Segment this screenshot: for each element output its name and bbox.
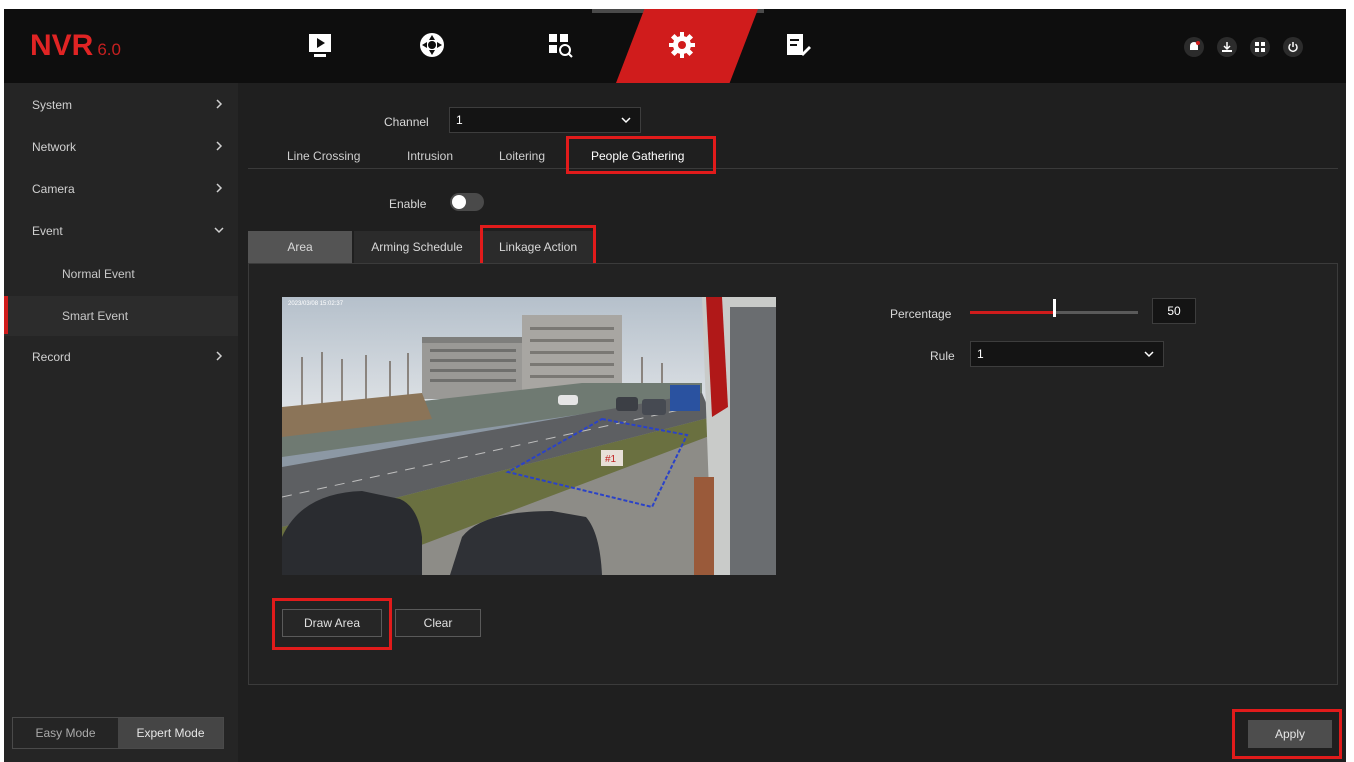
percentage-slider-thumb[interactable]: [1053, 299, 1056, 317]
clear-button[interactable]: Clear: [395, 609, 481, 637]
sidebar-item-label: Record: [32, 350, 71, 364]
tab-line-crossing[interactable]: Line Crossing: [287, 149, 360, 163]
power-icon[interactable]: [1283, 37, 1303, 57]
sidebar-item-label: Camera: [32, 182, 75, 196]
sidebar-item-label: Event: [32, 224, 63, 238]
sidebar: System Network Camera Event Normal Event…: [4, 83, 238, 762]
rule-select[interactable]: 1: [970, 341, 1164, 367]
tab-intrusion[interactable]: Intrusion: [407, 149, 453, 163]
settings-icon[interactable]: [664, 27, 700, 63]
percentage-slider-fill: [970, 311, 1054, 314]
nvr-window: NVR 6.0 System Network Camera Event Norm…: [4, 9, 1346, 762]
highlight-people-gathering: [566, 136, 716, 174]
sidebar-item-label: Smart Event: [62, 309, 129, 323]
sidebar-item-record[interactable]: Record: [4, 337, 238, 377]
camera-preview[interactable]: #1 2023/03/08 15:02:37: [282, 297, 776, 575]
chevron-down-icon: [214, 227, 224, 234]
sidebar-item-label: System: [32, 98, 73, 112]
chevron-right-icon: [216, 141, 223, 151]
sidebar-item-network[interactable]: Network: [4, 127, 238, 167]
channel-select[interactable]: 1: [449, 107, 641, 133]
tab-loitering[interactable]: Loitering: [499, 149, 545, 163]
channel-label: Channel: [384, 115, 429, 129]
highlight-draw-area: [272, 598, 392, 650]
toggle-knob: [452, 195, 466, 209]
highlight-linkage-action: [480, 225, 596, 268]
chevron-down-icon: [1144, 351, 1154, 358]
channel-value: 1: [456, 113, 463, 127]
highlight-apply: [1232, 709, 1342, 759]
sidebar-item-normal-event[interactable]: Normal Event: [4, 254, 238, 294]
download-icon[interactable]: [1217, 37, 1237, 57]
easy-mode-button[interactable]: Easy Mode: [13, 718, 118, 748]
percentage-label: Percentage: [890, 307, 952, 321]
layout-icon[interactable]: [1250, 37, 1270, 57]
chevron-down-icon: [621, 117, 631, 124]
subtab-arming-schedule[interactable]: Arming Schedule: [354, 231, 480, 263]
maintenance-icon[interactable]: [780, 27, 816, 63]
video-timestamp: 2023/03/08 15:02:37: [288, 301, 344, 307]
sidebar-active-marker: [4, 296, 8, 334]
subtab-area[interactable]: Area: [248, 231, 352, 263]
chevron-right-icon: [216, 99, 223, 109]
rule-value: 1: [977, 347, 984, 361]
chevron-right-icon: [216, 183, 223, 193]
camera-control-icon[interactable]: [414, 27, 450, 63]
playback-icon[interactable]: [302, 27, 338, 63]
enable-toggle[interactable]: [450, 193, 484, 211]
mode-switch: Easy Mode Expert Mode: [12, 717, 224, 749]
sidebar-item-event[interactable]: Event: [4, 211, 238, 251]
sidebar-item-camera[interactable]: Camera: [4, 169, 238, 209]
top-bar: NVR 6.0: [4, 9, 1346, 83]
search-icon[interactable]: [542, 27, 578, 63]
sidebar-item-label: Network: [32, 140, 77, 154]
camera-scene-image: #1: [282, 297, 776, 575]
rule-label: Rule: [930, 349, 955, 363]
area-number-label: #1: [605, 454, 617, 465]
chevron-right-icon: [216, 351, 223, 361]
app-logo: NVR 6.0: [30, 29, 121, 62]
alarm-icon[interactable]: [1184, 37, 1204, 57]
sidebar-item-system[interactable]: System: [4, 85, 238, 125]
sidebar-item-smart-event[interactable]: Smart Event: [4, 296, 238, 336]
enable-label: Enable: [389, 197, 427, 211]
percentage-value-input[interactable]: 50: [1152, 298, 1196, 324]
sidebar-item-label: Normal Event: [62, 267, 135, 281]
tab-divider: [248, 168, 1338, 169]
expert-mode-button[interactable]: Expert Mode: [118, 718, 223, 748]
